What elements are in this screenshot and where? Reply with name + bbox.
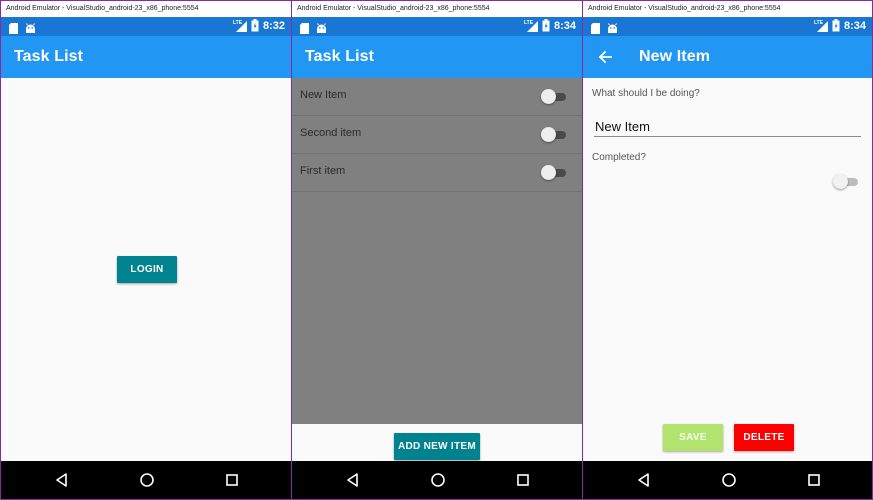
task-done-switch[interactable]	[541, 165, 567, 180]
back-triangle-icon[interactable]	[53, 471, 71, 489]
lte-signal-icon: LTE	[524, 19, 538, 32]
status-bar: LTE 8:32	[1, 17, 291, 36]
home-circle-icon[interactable]	[429, 471, 447, 489]
delete-button[interactable]: DELETE	[734, 424, 794, 451]
task-label: First item	[300, 165, 346, 177]
lte-signal-icon: LTE	[814, 19, 828, 32]
task-list-content: New Item Second item First item ADD NEW …	[292, 78, 582, 461]
android-nav-bar	[292, 461, 582, 499]
app-bar: New Item	[583, 36, 872, 78]
task-done-switch[interactable]	[541, 89, 567, 104]
task-label: Second item	[300, 127, 362, 139]
page-title: New Item	[639, 48, 711, 65]
back-arrow-icon[interactable]	[597, 49, 613, 65]
list-item[interactable]: New Item	[292, 78, 582, 116]
status-bar: LTE 8:34	[292, 17, 582, 36]
svg-text:LTE: LTE	[814, 20, 824, 26]
page-title: Task List	[14, 48, 84, 65]
emulator-window-login: Android Emulator - VisualStudio_android-…	[0, 0, 292, 500]
login-content: LOGIN	[1, 78, 291, 461]
status-bar: LTE 8:34	[583, 17, 872, 36]
status-time: 8:34	[843, 19, 866, 32]
app-bar: Task List	[292, 36, 582, 78]
list-item[interactable]: Second item	[292, 116, 582, 154]
svg-text:LTE: LTE	[233, 20, 243, 26]
task-name-label: What should I be doing?	[592, 88, 700, 99]
emulator-window-task-list: Android Emulator - VisualStudio_android-…	[291, 0, 583, 500]
completed-label: Completed?	[592, 152, 646, 163]
home-circle-icon[interactable]	[720, 471, 738, 489]
recents-square-icon[interactable]	[805, 471, 823, 489]
emulator-titlebar: Android Emulator - VisualStudio_android-…	[1, 1, 291, 17]
svg-text:LTE: LTE	[524, 20, 534, 26]
list-item[interactable]: First item	[292, 154, 582, 192]
home-circle-icon[interactable]	[138, 471, 156, 489]
app-bar: Task List	[1, 36, 291, 78]
new-item-form: What should I be doing? Completed? SAVE …	[583, 78, 872, 461]
task-done-switch[interactable]	[541, 127, 567, 142]
android-nav-bar	[583, 461, 872, 499]
add-new-item-button[interactable]: ADD NEW ITEM	[394, 433, 480, 460]
login-button[interactable]: LOGIN	[117, 256, 177, 283]
battery-icon	[251, 19, 259, 32]
completed-switch[interactable]	[833, 174, 859, 189]
battery-icon	[832, 19, 840, 32]
status-time: 8:32	[262, 19, 285, 32]
back-triangle-icon[interactable]	[344, 471, 362, 489]
task-name-input[interactable]	[594, 117, 861, 137]
battery-icon	[542, 19, 550, 32]
task-list: New Item Second item First item	[292, 78, 582, 424]
task-label: New Item	[300, 89, 347, 101]
back-triangle-icon[interactable]	[635, 471, 653, 489]
recents-square-icon[interactable]	[223, 471, 241, 489]
android-nav-bar	[1, 461, 291, 499]
lte-signal-icon: LTE	[233, 19, 247, 32]
emulator-titlebar: Android Emulator - VisualStudio_android-…	[583, 1, 872, 17]
status-time: 8:34	[553, 19, 576, 32]
save-button[interactable]: SAVE	[663, 424, 723, 451]
emulator-titlebar: Android Emulator - VisualStudio_android-…	[292, 1, 582, 17]
page-title: Task List	[305, 48, 375, 65]
emulator-window-new-item: Android Emulator - VisualStudio_android-…	[582, 0, 873, 500]
screenshot-stage: Android Emulator - VisualStudio_android-…	[0, 0, 873, 500]
recents-square-icon[interactable]	[514, 471, 532, 489]
